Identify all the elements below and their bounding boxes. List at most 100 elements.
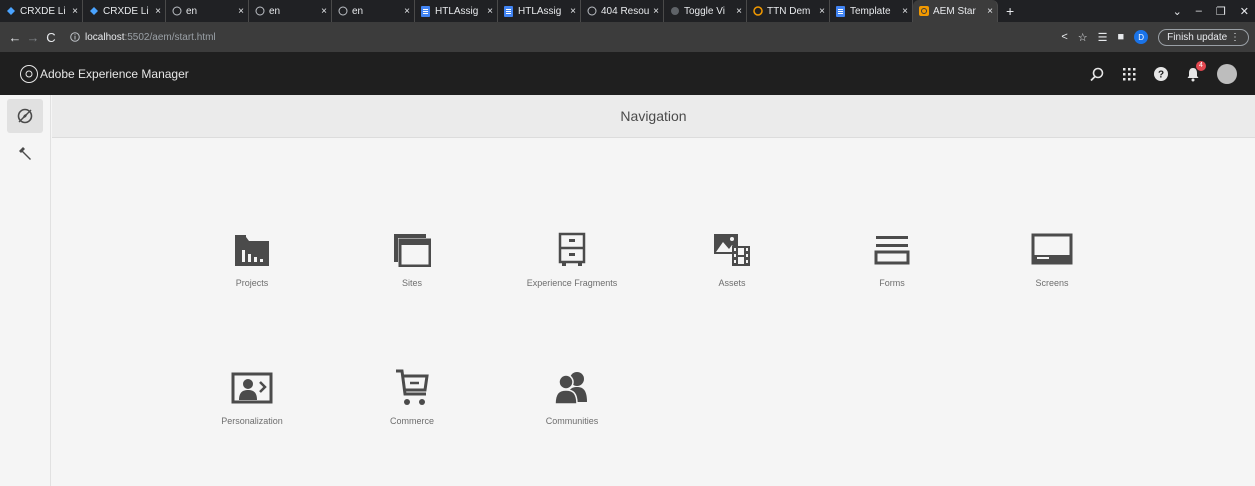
minimize-icon[interactable]: – [1196,5,1202,17]
adobe-logo-icon[interactable] [20,64,38,83]
projects-icon [230,230,274,270]
close-tab-icon[interactable]: × [72,6,78,17]
browser-tab[interactable]: Toggle Vi × [664,0,747,22]
close-window-icon[interactable]: ✕ [1240,5,1249,18]
sites-icon [390,230,434,270]
search-icon[interactable] [1089,66,1105,82]
bookmark-star-icon[interactable]: ☆ [1078,31,1088,44]
globe-icon [337,6,348,17]
tile-personalization[interactable]: Personalization [172,368,332,458]
tab-label: HTLAssig [518,5,562,17]
rail-tools-button[interactable] [7,137,43,171]
tile-screens[interactable]: Screens [972,230,1132,320]
tab-label: en [186,5,198,17]
tile-label: Personalization [221,416,283,426]
app-title[interactable]: Adobe Experience Manager [40,67,189,81]
tile-sites[interactable]: Sites [332,230,492,320]
tile-commerce[interactable]: Commerce [332,368,492,458]
browser-tab[interactable]: 404 Resou × [581,0,664,22]
globe-icon [171,6,182,17]
aem-icon [918,6,929,17]
header-actions: ? 4 [1089,52,1237,95]
tile-experience-fragments[interactable]: Experience Fragments [492,230,652,320]
tab-label: TTN Dem [767,5,811,17]
aem-icon [752,6,763,17]
communities-icon [550,368,594,408]
page-title-bar: Navigation [52,95,1255,138]
browser-tab[interactable]: en × [166,0,249,22]
close-tab-icon[interactable]: × [238,6,244,17]
url-field[interactable]: localhost:5502/aem/start.html [70,32,216,43]
aem-header: Adobe Experience Manager ? 4 [0,52,1255,95]
forms-icon [870,230,914,270]
profile-avatar[interactable]: D [1134,30,1149,44]
help-icon[interactable]: ? [1153,66,1169,82]
close-tab-icon[interactable]: × [736,6,742,17]
svg-text:?: ? [1158,69,1164,80]
page-title: Navigation [620,108,687,124]
share-icon[interactable]: < [1061,31,1067,43]
info-icon[interactable] [70,32,80,42]
rail-navigation-button[interactable] [7,99,43,133]
notifications-button[interactable]: 4 [1185,60,1206,82]
commerce-icon [390,368,434,408]
tile-assets[interactable]: Assets [652,230,812,320]
browser-tab[interactable]: HTLAssig × [498,0,581,22]
side-panel-icon[interactable]: ■ [1118,31,1125,43]
window-controls: ⌄ – ❐ ✕ [1173,0,1249,22]
tab-label: CRXDE Li [103,5,149,17]
address-bar: ← → C localhost:5502/aem/start.html < ☆ … [0,22,1255,52]
tile-forms[interactable]: Forms [812,230,972,320]
browser-tab[interactable]: en × [249,0,332,22]
browser-tab[interactable]: HTLAssig × [415,0,498,22]
crxde-icon [5,6,16,17]
screens-icon [1030,230,1074,270]
close-tab-icon[interactable]: × [987,6,993,17]
tile-label: Forms [879,278,905,288]
assets-icon [710,230,754,270]
reload-icon[interactable]: C [42,30,60,45]
tab-label: en [269,5,281,17]
close-tab-icon[interactable]: × [570,6,576,17]
tab-label: Toggle Vi [684,5,725,17]
forward-icon[interactable]: → [24,30,42,45]
new-tab-button[interactable]: + [998,3,1022,19]
close-tab-icon[interactable]: × [902,6,908,17]
tab-label: en [352,5,364,17]
close-tab-icon[interactable]: × [487,6,493,17]
tab-search-icon[interactable]: ⌄ [1173,5,1182,18]
user-avatar[interactable] [1217,63,1237,84]
browser-tab[interactable]: Template × [830,0,913,22]
experience-fragments-icon [550,230,594,270]
browser-tab[interactable]: TTN Dem × [747,0,830,22]
compass-icon [17,108,33,124]
notification-badge: 4 [1196,60,1206,71]
navigation-rail [0,95,51,486]
toggle-icon [669,6,680,17]
back-icon[interactable]: ← [6,30,24,45]
tab-label: CRXDE Li [20,5,66,17]
solutions-grid-icon[interactable] [1121,66,1137,82]
tile-label: Sites [401,278,422,288]
close-tab-icon[interactable]: × [404,6,410,17]
browser-tab-active[interactable]: AEM Star × [913,0,998,22]
close-tab-icon[interactable]: × [155,6,161,17]
tile-label: Communities [545,416,599,426]
browser-tab[interactable]: CRXDE Li × [83,0,166,22]
finish-update-button[interactable]: Finish update ⋮ [1158,28,1249,46]
tile-projects[interactable]: Projects [172,230,332,320]
close-tab-icon[interactable]: × [321,6,327,17]
crxde-icon [88,6,99,17]
browser-tab[interactable]: CRXDE Li × [0,0,83,22]
navigation-tiles: Projects Sites Experience Fragments Asse… [52,138,1255,486]
browser-tab-strip: CRXDE Li × CRXDE Li × en × en × en × HTL… [0,0,1255,22]
close-tab-icon[interactable]: × [653,6,659,17]
browser-tab[interactable]: en × [332,0,415,22]
tile-communities[interactable]: Communities [492,368,652,458]
restore-icon[interactable]: ❐ [1216,5,1226,18]
reading-list-icon[interactable]: ☰ [1098,31,1108,44]
tab-label: HTLAssig [435,5,479,17]
close-tab-icon[interactable]: × [819,6,825,17]
finish-update-label: Finish update [1167,31,1228,43]
docs-icon [420,5,431,17]
